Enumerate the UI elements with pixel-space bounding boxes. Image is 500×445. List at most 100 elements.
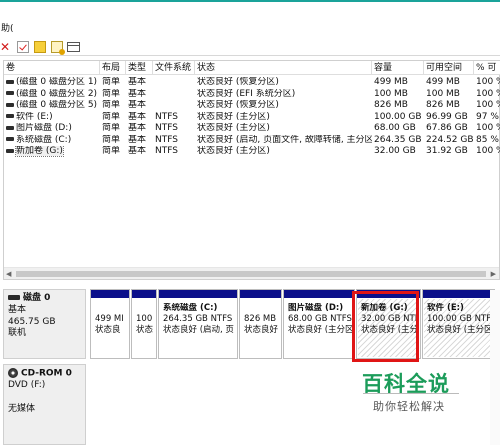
cdrom-0-info[interactable]: CD-ROM 0 DVD (F:) 无媒体 <box>3 364 86 445</box>
volume-capacity: 826 MB <box>374 100 408 110</box>
volume-layout: 简单 <box>102 111 121 122</box>
disk-0-info[interactable]: 磁盘 0 基本 465.75 GB 联机 <box>3 289 86 359</box>
horizontal-scrollbar[interactable]: ◀ ▶ <box>4 267 499 279</box>
column-header-filesystem[interactable]: 文件系统 <box>153 61 195 75</box>
column-header-layout[interactable]: 布局 <box>100 61 126 75</box>
volume-percent: 97 % <box>476 111 499 122</box>
volume-capacity: 100 MB <box>374 88 408 99</box>
partition-label <box>136 303 154 314</box>
volume-type: 基本 <box>128 100 147 110</box>
volume-status: 状态良好 (恢复分区) <box>197 100 279 110</box>
volume-filesystem <box>153 89 195 101</box>
partition-bar <box>284 290 354 298</box>
table-row[interactable]: (磁盘 0 磁盘分区 5) 简单 基本 状态良好 (恢复分区) 826 MB 8… <box>4 100 500 112</box>
partition-size: 499 MI <box>95 314 124 324</box>
volume-icon <box>6 102 14 107</box>
partition-bar <box>132 290 156 298</box>
watermark-logo: 百科全说 助你轻松解决 <box>345 360 480 422</box>
partition-size: 68.00 GB NTFS <box>288 314 352 324</box>
disk-name: 磁盘 0 <box>23 293 51 303</box>
volume-layout: 简单 <box>102 134 121 145</box>
partition-block[interactable]: 499 MI 状态良 <box>90 289 130 359</box>
partition-status: 状态良 <box>95 325 121 335</box>
window-icon[interactable] <box>67 42 80 52</box>
volume-capacity: 100.00 GB <box>374 111 422 122</box>
table-row[interactable]: (磁盘 0 磁盘分区 1) 简单 基本 状态良好 (恢复分区) 499 MB 4… <box>4 77 500 89</box>
volume-name: (磁盘 0 磁盘分区 5) <box>16 100 98 110</box>
watermark-subtitle: 助你轻松解决 <box>373 400 445 413</box>
partition-block[interactable]: 系统磁盘 (C:) 264.35 GB NTFS 状态良好 (启动, 页 <box>158 289 238 359</box>
volume-name: 图片磁盘 (D:) <box>16 123 72 133</box>
volume-name: 新加卷 (G:) <box>15 146 64 157</box>
column-header-capacity[interactable]: 容量 <box>372 61 424 75</box>
partition-label <box>95 303 127 314</box>
partition-block[interactable]: 图片磁盘 (D:) 68.00 GB NTFS 状态良好 (主分区) <box>283 289 355 359</box>
vertical-scrollbar[interactable] <box>490 290 500 445</box>
volume-layout: 简单 <box>102 146 121 156</box>
volume-layout: 简单 <box>102 77 121 87</box>
partition-label: 软件 (E:) <box>427 303 464 313</box>
cdrom-name: CD-ROM 0 <box>21 368 72 379</box>
table-row[interactable]: (磁盘 0 磁盘分区 2) 简单 基本 状态良好 (EFI 系统分区) 100 … <box>4 89 500 101</box>
volume-icon <box>6 114 14 118</box>
partition-label: 图片磁盘 (D:) <box>288 303 344 313</box>
table-row[interactable]: 系统磁盘 (C:) 简单 基本 NTFS 状态良好 (启动, 页面文件, 故障转… <box>4 135 500 147</box>
volume-name: (磁盘 0 磁盘分区 1) <box>16 77 98 87</box>
toolbar: ✕ <box>0 39 500 56</box>
volume-name: 系统磁盘 (C:) <box>16 134 72 145</box>
column-header-percent-free[interactable]: % 可 <box>474 61 500 75</box>
volume-status: 状态良好 (主分区) <box>197 111 270 122</box>
volume-capacity: 68.00 GB <box>374 123 416 133</box>
window-top-accent <box>0 0 500 2</box>
volume-free: 67.86 GB <box>426 123 468 133</box>
volume-status: 状态良好 (启动, 页面文件, 故障转储, 主分区) <box>197 134 372 145</box>
volume-type: 基本 <box>128 123 147 133</box>
scroll-right-icon[interactable]: ▶ <box>491 270 496 278</box>
watermark-divider <box>363 393 459 394</box>
partition-size: 100 <box>136 314 153 324</box>
close-icon[interactable]: ✕ <box>0 41 12 53</box>
partition-size: 826 MB <box>244 314 277 324</box>
volume-icon <box>6 148 14 153</box>
menu-item-help[interactable]: 助( <box>1 24 14 34</box>
volume-icon <box>6 125 14 130</box>
table-row[interactable]: 软件 (E:) 简单 基本 NTFS 状态良好 (主分区) 100.00 GB … <box>4 112 500 124</box>
disk-state: 联机 <box>8 328 27 339</box>
scroll-left-icon[interactable]: ◀ <box>6 270 11 278</box>
volume-list-header: 卷 布局 类型 文件系统 状态 容量 可用空间 % 可 <box>4 61 500 75</box>
document-icon[interactable] <box>34 41 46 53</box>
table-row[interactable]: 图片磁盘 (D:) 简单 基本 NTFS 状态良好 (主分区) 68.00 GB… <box>4 123 500 135</box>
partition-block[interactable]: 100 状态 <box>131 289 157 359</box>
column-header-free-space[interactable]: 可用空间 <box>424 61 474 75</box>
partition-status: 状态良好 <box>244 325 279 335</box>
volume-type: 基本 <box>128 88 147 99</box>
partition-bar <box>423 290 494 298</box>
partition-label <box>244 303 279 314</box>
disk-0-partitions: 499 MI 状态良 100 状态 系统磁盘 (C:) 264.35 GB NT… <box>90 289 495 359</box>
column-header-status[interactable]: 状态 <box>195 61 372 75</box>
check-icon[interactable] <box>17 41 29 53</box>
volume-percent: 100 % <box>476 77 500 87</box>
volume-free: 100 MB <box>426 88 460 99</box>
partition-status: 状态良好 (启动, 页 <box>163 325 234 335</box>
volume-type: 基本 <box>128 111 147 122</box>
partition-bar <box>159 290 237 298</box>
partition-block[interactable]: 826 MB 状态良好 <box>239 289 282 359</box>
volume-layout: 简单 <box>102 123 121 133</box>
partition-block[interactable]: 软件 (E:) 100.00 GB NTFS 状态良好 (主分区) <box>422 289 495 359</box>
column-header-type[interactable]: 类型 <box>126 61 153 75</box>
partition-size: 100.00 GB NTFS <box>427 314 492 324</box>
volume-filesystem: NTFS <box>155 146 178 156</box>
volume-filesystem: NTFS <box>155 123 178 133</box>
volume-filesystem <box>153 77 195 89</box>
volume-filesystem: NTFS <box>155 134 178 145</box>
table-row-selected[interactable]: 新加卷 (G:) 简单 基本 NTFS 状态良好 (主分区) 32.00 GB … <box>4 146 500 158</box>
volume-name: (磁盘 0 磁盘分区 2) <box>16 88 98 99</box>
scrollbar-thumb[interactable] <box>16 271 486 277</box>
help-icon[interactable] <box>51 41 65 55</box>
column-header-volume[interactable]: 卷 <box>4 61 100 75</box>
volume-free: 96.99 GB <box>426 111 468 122</box>
volume-filesystem: NTFS <box>155 111 178 122</box>
partition-bar <box>240 290 281 298</box>
partition-status: 状态 <box>136 325 154 335</box>
